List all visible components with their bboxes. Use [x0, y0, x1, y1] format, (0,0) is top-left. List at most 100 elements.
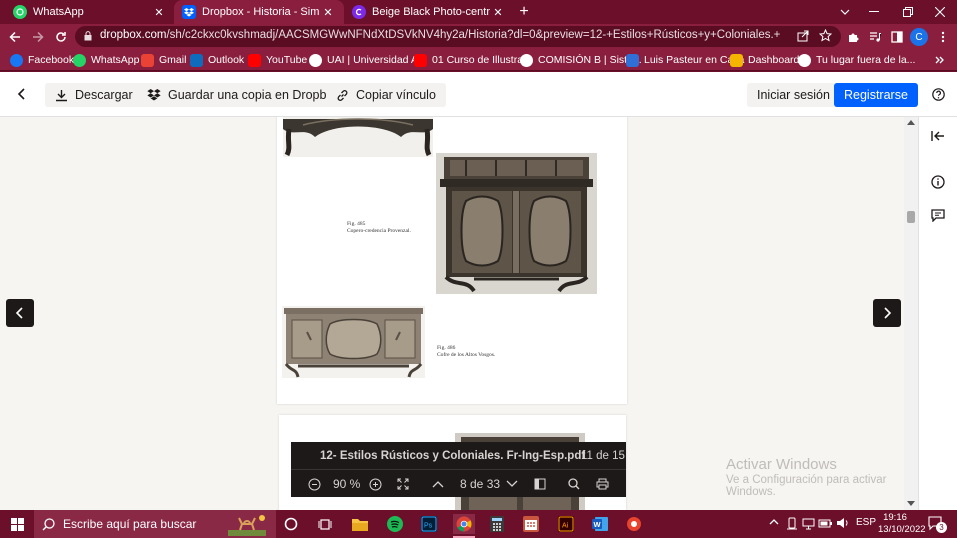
comment-icon[interactable] — [931, 209, 945, 222]
forward-icon[interactable] — [29, 28, 47, 46]
search-icon[interactable] — [566, 476, 582, 492]
svg-text:W: W — [594, 520, 602, 529]
menu-kebab-icon[interactable] — [934, 28, 952, 46]
bookmark-gmail[interactable]: Gmail — [141, 52, 186, 68]
save-copy-button[interactable]: Guardar una copia en Dropbox — [137, 83, 350, 107]
bookmark-label: UAI | Universidad A... — [327, 54, 427, 66]
previous-page-icon[interactable] — [430, 476, 446, 492]
restore-icon[interactable] — [891, 0, 925, 24]
next-file-button[interactable] — [873, 299, 901, 327]
download-label: Descargar — [75, 88, 133, 102]
tab-title: Dropbox - Historia - Simplifica tu — [202, 6, 320, 18]
profile-avatar[interactable]: C — [910, 28, 928, 46]
bookmark-outlook[interactable]: Outlook — [190, 52, 244, 68]
dashboard-icon — [730, 53, 743, 67]
previous-file-button[interactable] — [6, 299, 34, 327]
file-explorer-icon[interactable] — [350, 514, 370, 534]
bookmark-youtube[interactable]: YouTube — [248, 52, 307, 68]
scrollbar-thumb[interactable] — [907, 211, 915, 223]
photoshop-icon[interactable]: Ps — [419, 514, 439, 534]
tray-expand-icon[interactable] — [769, 518, 779, 525]
calendar-app-icon[interactable] — [521, 514, 541, 534]
windows-start-icon[interactable] — [7, 514, 27, 534]
document-viewer[interactable]: Fig. 485 Copero-credencia Provenzal. Fig… — [0, 117, 918, 510]
bookmark-label: Outlook — [208, 54, 245, 66]
sign-in-button[interactable]: Iniciar sesión — [747, 83, 840, 107]
collapse-panel-icon[interactable] — [931, 130, 945, 142]
bookmark-whatsapp[interactable]: WhatsApp — [73, 52, 139, 68]
reload-icon[interactable] — [52, 28, 70, 46]
svg-text:Ai: Ai — [562, 523, 569, 530]
uai-icon — [309, 53, 322, 67]
battery-icon[interactable] — [818, 517, 833, 529]
bookmark-facebook[interactable]: Facebook — [10, 52, 74, 68]
tab-canva[interactable]: Beige Black Photo-centric Pride S ✕ — [344, 0, 514, 24]
download-button[interactable]: Descargar — [45, 83, 143, 107]
pdf-filename: 12- Estilos Rústicos y Coloniales. Fr-In… — [320, 450, 586, 462]
caption-text-486: Cofre de los Altos Vosgos. — [437, 352, 496, 358]
volume-icon[interactable] — [836, 517, 849, 529]
sidebar-toggle-icon[interactable] — [532, 476, 548, 492]
bookmark-label: Tu lugar fuera de la... — [816, 54, 916, 66]
close-icon[interactable]: ✕ — [320, 6, 336, 19]
media-control-icon[interactable] — [866, 28, 884, 46]
canva-icon — [352, 5, 366, 19]
chrome-icon[interactable] — [453, 514, 475, 534]
bookmark-star-icon[interactable] — [819, 29, 832, 42]
search-highlight-deer-icon — [222, 512, 270, 536]
zoom-out-icon[interactable] — [306, 476, 322, 492]
help-icon[interactable] — [932, 88, 945, 101]
copy-link-button[interactable]: Copiar vínculo — [326, 83, 446, 107]
extensions-icon[interactable] — [844, 28, 862, 46]
tab-whatsapp[interactable]: WhatsApp ✕ — [5, 0, 175, 24]
globe-icon — [798, 53, 811, 67]
activation-watermark-subtitle: Ve a Configuración para activar Windows. — [726, 474, 887, 498]
illustrator-icon[interactable]: Ai — [556, 514, 576, 534]
fullscreen-icon[interactable] — [395, 476, 411, 492]
bookmark-uai[interactable]: UAI | Universidad A... — [309, 52, 427, 68]
next-page-icon[interactable] — [504, 476, 520, 492]
screen-recorder-icon[interactable] — [624, 514, 644, 534]
close-icon[interactable]: ✕ — [490, 6, 506, 19]
clock[interactable]: 19:16 13/10/2022 — [878, 512, 926, 536]
bookmark-dashboard[interactable]: Dashboard — [730, 52, 799, 68]
back-chevron-icon[interactable] — [15, 87, 29, 101]
close-window-icon[interactable] — [923, 0, 957, 24]
caption-fig-485: Fig. 485 — [347, 221, 366, 227]
bookmark-label: Facebook — [28, 54, 75, 66]
word-icon[interactable]: W — [590, 514, 610, 534]
new-tab-button[interactable]: + — [514, 2, 534, 22]
vertical-scrollbar[interactable] — [904, 117, 918, 510]
bookmark-curso-illustrator[interactable]: 01 Curso de Illustra... — [414, 52, 532, 68]
calculator-icon[interactable] — [487, 514, 507, 534]
youtube-icon — [248, 53, 261, 67]
register-button[interactable]: Registrarse — [834, 83, 918, 107]
facebook-icon — [10, 53, 23, 67]
spotify-icon[interactable] — [385, 514, 405, 534]
print-icon[interactable] — [594, 476, 610, 492]
language-indicator[interactable]: ESP — [856, 517, 876, 528]
side-panel-icon[interactable] — [888, 28, 906, 46]
more-bookmarks-icon[interactable] — [935, 52, 945, 68]
close-icon[interactable]: ✕ — [151, 6, 167, 19]
share-icon[interactable] — [797, 30, 809, 42]
cortana-icon[interactable] — [281, 514, 301, 534]
minimize-icon[interactable] — [857, 0, 891, 24]
back-icon[interactable] — [6, 28, 24, 46]
taskbar-search[interactable]: Escribe aquí para buscar — [34, 510, 276, 538]
copy-link-label: Copiar vínculo — [356, 88, 436, 102]
bookmark-luis-pasteur[interactable]: Luis Pasteur en Casa — [626, 52, 744, 68]
gmail-icon — [141, 53, 154, 67]
tray-device-icon[interactable] — [786, 517, 798, 530]
info-icon[interactable] — [931, 175, 945, 189]
url-field[interactable]: dropbox.com/sh/c2ckxc0kvshmadj/AACSMGWwN… — [75, 26, 841, 47]
tab-dropbox[interactable]: Dropbox - Historia - Simplifica tu ✕ — [174, 0, 344, 24]
clock-date: 13/10/2022 — [878, 524, 926, 535]
tray-display-icon[interactable] — [802, 517, 815, 530]
bookmark-tu-lugar[interactable]: Tu lugar fuera de la... — [798, 52, 915, 68]
url-path: /sh/c2ckxc0kvshmadj/AACSMGWwNFNdXtDSVkNV… — [166, 29, 780, 41]
task-view-icon[interactable] — [315, 514, 335, 534]
zoom-in-icon[interactable] — [367, 476, 383, 492]
bookmark-comision[interactable]: COMISIÓN B | Siste... — [520, 52, 642, 68]
svg-text:Ps: Ps — [424, 523, 433, 530]
